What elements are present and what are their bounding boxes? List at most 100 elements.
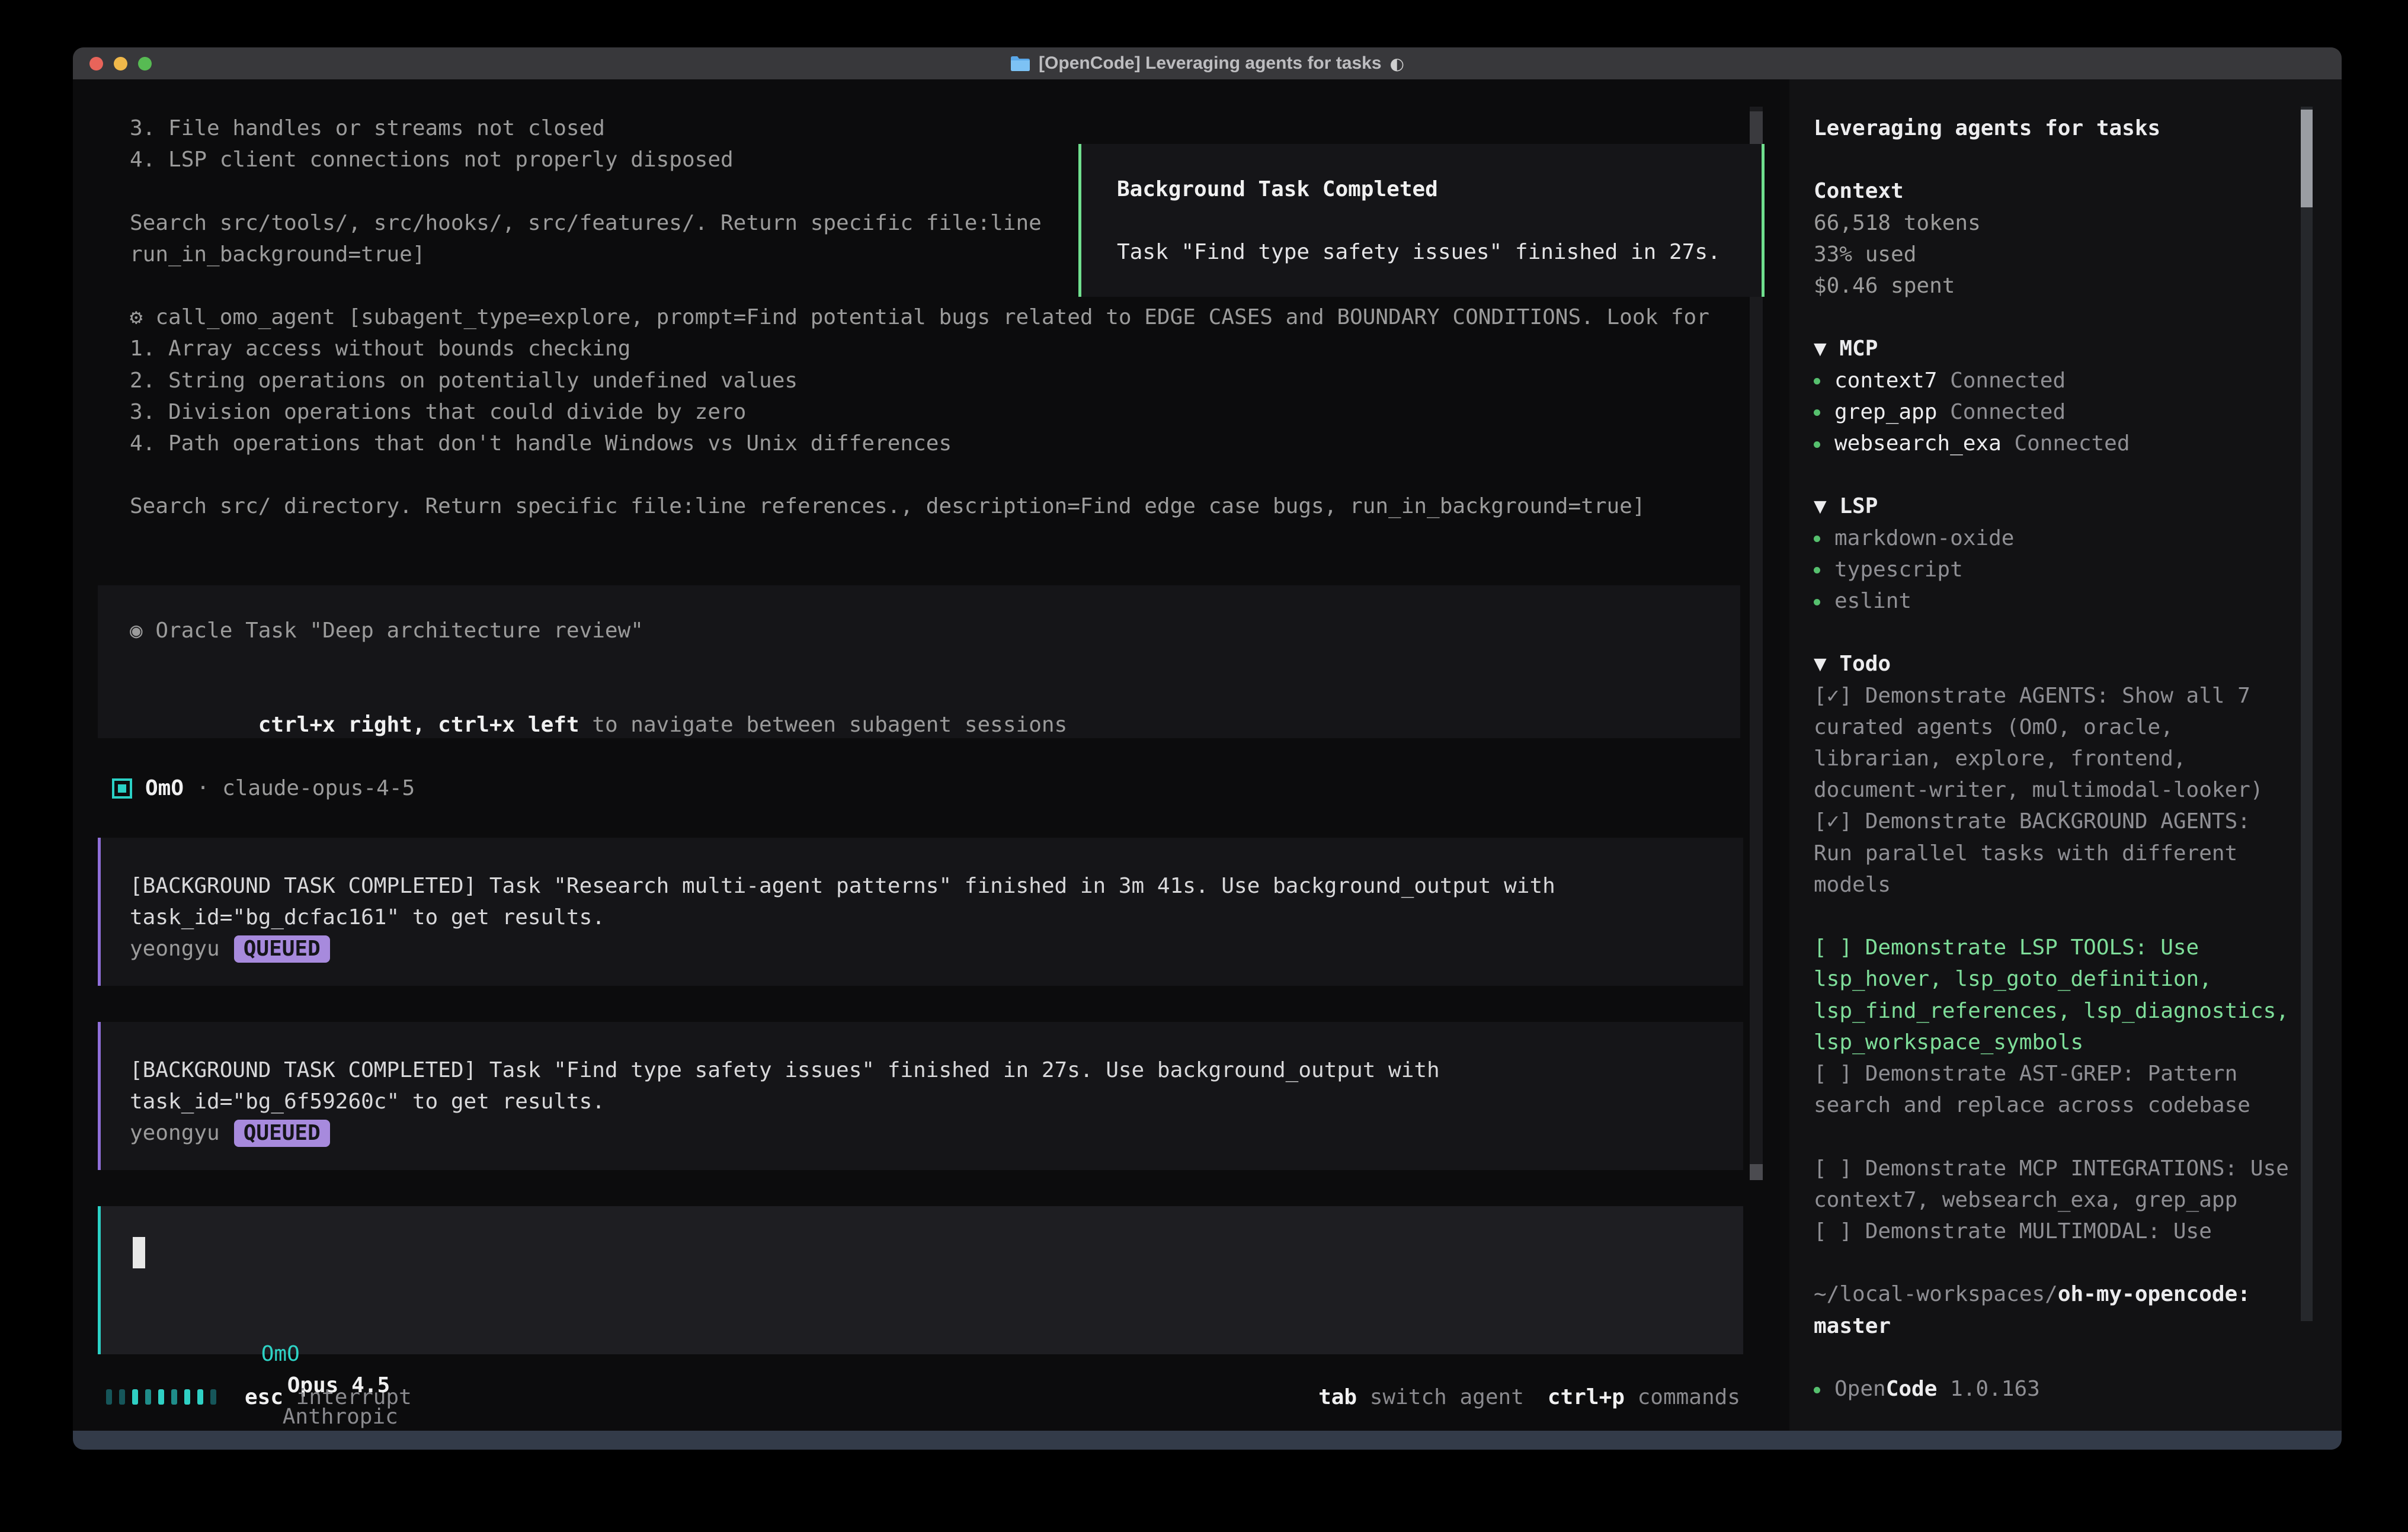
moon-phase-icon: ◐ [1390,54,1404,73]
main-scrollbar-thumb-top[interactable] [1750,111,1763,144]
status-dot-icon [1814,441,1820,448]
tab-key-label: switch agent [1357,1385,1524,1409]
lsp-section: ▼ LSP markdown-oxide typescript eslint [1814,491,2300,617]
sidebar-content: Leveraging agents for tasks Context 66,5… [1814,113,2300,1405]
context-heading: Context [1814,175,2300,207]
todo-heading: ▼ Todo [1814,648,2300,680]
todo-section: ▼ Todo [✓] Demonstrate AGENTS: Show all … [1814,648,2300,1247]
window-bottom-edge [73,1431,2342,1450]
input-agent-name: OmO [261,1342,300,1366]
terminal-line: 4. Path operations that don't handle Win… [130,428,1765,459]
terminal-line: 2. String operations on potentially unde… [130,365,1765,396]
context-used: 33% used [1814,239,2300,270]
agent-name: OmO [145,776,184,800]
status-dot-icon [1814,1387,1820,1393]
keybind-text: ctrl+x right, ctrl+x left [258,713,579,737]
terminal-line [130,459,1765,491]
oracle-task-line: ◉ Oracle Task "Deep architecture review" [130,615,643,646]
version-line: OpenCode 1.0.163 [1814,1373,2300,1405]
keybind-description: to navigate between subagent sessions [579,713,1068,737]
terminal-window: [OpenCode] Leveraging agents for tasks ◐… [73,47,2342,1450]
lsp-item: typescript [1814,554,2300,585]
background-task-message: [BACKGROUND TASK COMPLETED] Task "Find t… [98,1022,1743,1170]
lsp-heading: ▼ LSP [1814,491,2300,522]
sidebar: Leveraging agents for tasks Context 66,5… [1789,79,2342,1431]
status-dot-icon [1814,409,1820,416]
status-bar: esc interrupt tab switch agent ctrl+p co… [98,1380,1740,1414]
folder-icon [1010,55,1030,72]
todo-item: [ ] Demonstrate MCP INTEGRATIONS: Use co… [1814,1153,2300,1216]
agent-icon [112,778,132,799]
window-title: [OpenCode] Leveraging agents for tasks [1039,53,1381,73]
oracle-task-box: ◉ Oracle Task "Deep architecture review"… [98,585,1740,738]
oracle-hint-line: ctrl+x right, ctrl+x left to navigate be… [130,678,1067,709]
background-task-toast: Background Task Completed Task "Find typ… [1078,144,1765,297]
context-section: Context 66,518 tokens 33% used $0.46 spe… [1814,175,2300,302]
lsp-list: markdown-oxide typescript eslint [1814,523,2300,617]
mcp-list: context7 Connected grep_app Connected we… [1814,365,2300,460]
mcp-heading: ▼ MCP [1814,333,2300,364]
todo-item: [ ] Demonstrate MULTIMODAL: Use [1814,1216,2300,1247]
context-spent: $0.46 spent [1814,270,2300,302]
esc-key-hint: esc [245,1385,283,1409]
toast-message: Task "Find type safety issues" finished … [1117,236,1721,268]
terminal-line: Search src/ directory. Return specific f… [130,491,1765,522]
close-button[interactable] [89,57,103,70]
task-message-line2: task_id="bg_6f59260c" to get results. [130,1086,605,1117]
mcp-section: ▼ MCP context7 Connected grep_app Connec… [1814,333,2300,459]
mcp-item: context7 Connected [1814,365,2300,396]
task-message-meta: yeongyu QUEUED [130,1117,330,1149]
screenshot-root: [OpenCode] Leveraging agents for tasks ◐… [0,0,2408,1532]
traffic-lights [89,47,152,79]
window-title-group: [OpenCode] Leveraging agents for tasks ◐ [1010,53,1404,73]
sidebar-scrollbar-thumb[interactable] [2301,110,2313,207]
agent-header-line: OmO · claude-opus-4-5 [112,773,415,804]
tab-key-hint: tab [1318,1385,1357,1409]
toast-title: Background Task Completed [1117,174,1438,205]
titlebar: [OpenCode] Leveraging agents for tasks ◐ [73,47,2342,79]
status-dot-icon [1814,536,1820,542]
status-dot-icon [1814,378,1820,384]
lsp-item: markdown-oxide [1814,523,2300,554]
user-name: yeongyu [130,1117,220,1149]
status-dot-icon [1814,599,1820,605]
workspace-section: ~/local-workspaces/oh-my-opencode: maste… [1814,1278,2300,1341]
agent-model: claude-opus-4-5 [222,776,415,800]
todo-list: [✓] Demonstrate AGENTS: Show all 7 curat… [1814,680,2300,1248]
text-cursor [133,1237,145,1268]
terminal-line: 3. File handles or streams not closed [130,113,1765,144]
workspace-branch: master [1814,1310,2300,1342]
terminal-line: ⚙ call_omo_agent [subagent_type=explore,… [130,302,1765,333]
input-meta-line: OmO Opus 4.5 Anthropic [133,1307,398,1338]
activity-dots [106,1389,216,1405]
context-tokens: 66,518 tokens [1814,207,2300,239]
status-badge: QUEUED [234,1120,330,1147]
ctrlp-key-hint: ctrl+p [1548,1385,1625,1409]
agent-separator: · [184,776,222,800]
task-message-line1: [BACKGROUND TASK COMPLETED] Task "Resear… [130,870,1555,902]
workspace-path: ~/local-workspaces/oh-my-opencode: [1814,1278,2300,1310]
status-right: tab switch agent ctrl+p commands [1318,1385,1740,1409]
background-task-message: [BACKGROUND TASK COMPLETED] Task "Resear… [98,838,1743,986]
mcp-item: grep_app Connected [1814,396,2300,428]
task-message-line1: [BACKGROUND TASK COMPLETED] Task "Find t… [130,1055,1440,1086]
zoom-button[interactable] [138,57,152,70]
task-message-line2: task_id="bg_dcfac161" to get results. [130,902,605,933]
main-scrollbar-thumb-bottom[interactable] [1750,1164,1763,1180]
status-badge: QUEUED [234,935,330,963]
todo-item: [ ] Demonstrate LSP TOOLS: Use lsp_hover… [1814,932,2300,1058]
lsp-item: eslint [1814,585,2300,617]
terminal-line: 1. Array access without bounds checking [130,333,1765,364]
esc-key-label: interrupt [283,1385,412,1409]
mcp-item: websearch_exa Connected [1814,428,2300,459]
minimize-button[interactable] [114,57,127,70]
status-dot-icon [1814,567,1820,573]
ctrlp-key-label: commands [1625,1385,1740,1409]
todo-item: [✓] Demonstrate BACKGROUND AGENTS: Run p… [1814,806,2300,900]
status-left: esc interrupt [98,1385,412,1409]
main-pane: 3. File handles or streams not closed 4. … [73,79,1789,1431]
sidebar-scrollbar[interactable] [2301,107,2313,1321]
user-name: yeongyu [130,933,220,964]
prompt-input[interactable]: OmO Opus 4.5 Anthropic [98,1206,1743,1354]
todo-item: [ ] Demonstrate AST-GREP: Pattern search… [1814,1058,2300,1121]
